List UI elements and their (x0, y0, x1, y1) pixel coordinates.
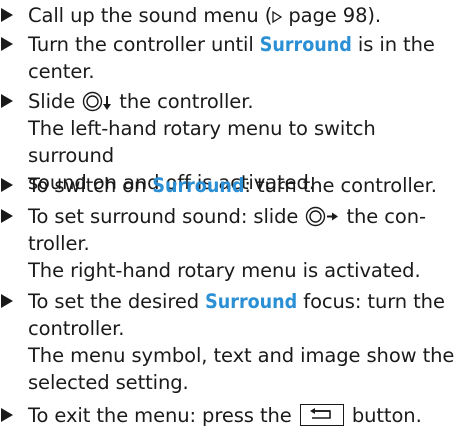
step-7-text-a: To exit the menu: press the (28, 404, 298, 427)
surround-menu-term: Surround (205, 290, 298, 313)
step-2-text-a: Turn the controller until (28, 33, 260, 56)
step-marker-icon (1, 408, 13, 422)
step-text: To set the desired Surround focus: turn … (28, 288, 460, 396)
page-reference-triangle-icon (272, 11, 283, 23)
step-5-text-b: the con- (340, 205, 426, 228)
step-5-text-a: To set surround sound: slide (28, 205, 305, 228)
surround-menu-term: Surround (152, 174, 245, 197)
controller-slide-right-icon (306, 206, 339, 227)
step-5-text-line2: troller. (28, 232, 90, 255)
step-6-text-line4: selected setting. (28, 371, 189, 394)
step-3-text-line2: The left-hand rotary menu to switch surr… (28, 117, 376, 167)
step-3-text-b: the controller. (113, 90, 254, 113)
step-6-text-line2: controller. (28, 317, 125, 340)
step-marker-icon (1, 8, 13, 22)
step-6-text-line3: The menu symbol, text and image show the (28, 344, 455, 367)
step-6-text-a: To set the desired (28, 290, 206, 313)
back-button-icon (299, 404, 344, 426)
step-text: To set surround sound: slide the con- tr… (28, 203, 460, 284)
step-marker-icon (1, 94, 13, 108)
step-4-text-a: To switch on (28, 174, 153, 197)
step-2-text-line2: center. (28, 60, 95, 83)
controller-slide-down-icon (82, 91, 112, 112)
surround-menu-term: Surround (259, 33, 352, 56)
step-text: Call up the sound menu ( page 98). (28, 2, 460, 29)
step-6-text-b: focus: turn the (297, 290, 445, 313)
step-marker-icon (1, 294, 13, 308)
page-reference[interactable]: page 98 (288, 4, 367, 27)
step-7-text-b: button. (345, 404, 422, 427)
step-1-text-b: ). (367, 4, 381, 27)
step-3-text-a: Slide (28, 90, 82, 113)
instruction-page: Call up the sound menu ( page 98). Turn … (0, 0, 462, 437)
step-1-text-a: Call up the sound menu ( (28, 4, 273, 27)
step-marker-icon (1, 209, 13, 223)
step-5-text-line3: The right-hand rotary menu is activated. (28, 259, 421, 282)
step-marker-icon (1, 37, 13, 51)
step-4-text-b: : turn the controller. (244, 174, 437, 197)
step-text: To exit the menu: press the button. (28, 402, 460, 429)
step-marker-icon (1, 178, 13, 192)
step-text: To switch on Surround: turn the controll… (28, 172, 460, 199)
step-2-text-b: is in the (351, 33, 435, 56)
step-text: Turn the controller until Surround is in… (28, 31, 460, 85)
